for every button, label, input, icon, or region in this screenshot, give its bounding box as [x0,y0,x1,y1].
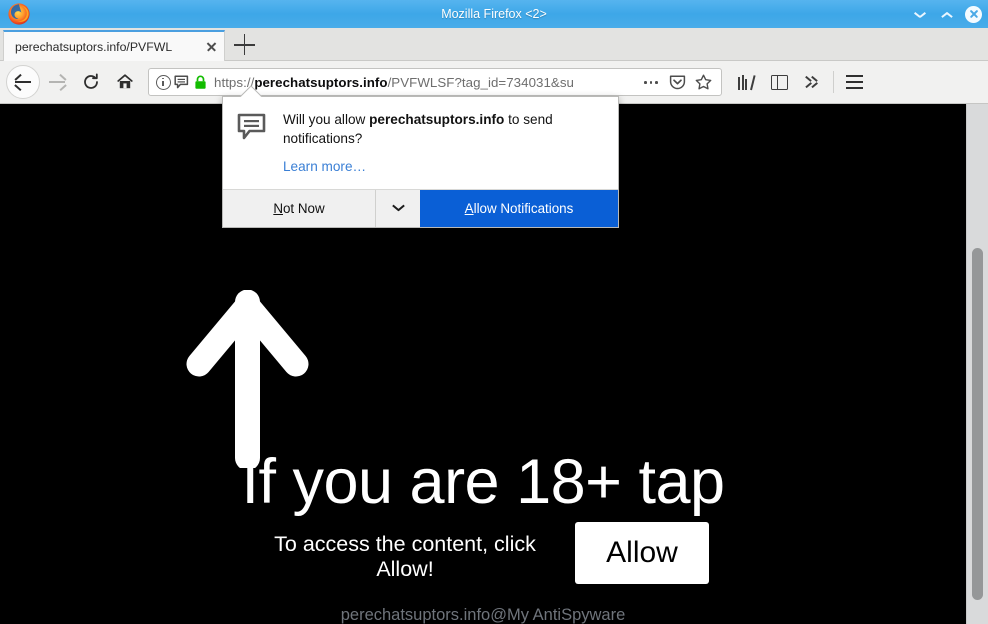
not-now-accesskey: N [273,201,283,216]
not-now-button[interactable]: Not Now [223,190,376,227]
overflow-button[interactable] [796,66,829,99]
star-icon[interactable] [695,74,712,90]
toolbar-separator [833,71,834,93]
identity-box[interactable] [149,74,207,90]
tab-0[interactable]: perechatsuptors.info/PVFWL [3,30,225,61]
window-controls [911,0,982,28]
toolbar-right-buttons [730,66,875,99]
arrow-left-icon [14,73,32,92]
double-chevron-right-icon [804,75,821,89]
hamburger-menu-icon [846,75,863,89]
back-button[interactable] [6,65,40,99]
notification-bubble-icon[interactable] [174,74,191,90]
forward-button [40,65,74,99]
home-icon [116,73,134,91]
popup-tail [240,85,262,97]
new-tab-button[interactable] [234,34,256,56]
window-title-bar: Mozilla Firefox <2> [0,0,988,28]
url-host: perechatsuptors.info [254,74,388,90]
popup-body: Will you allow perechatsuptors.info to s… [223,97,618,176]
ellipsis-icon[interactable] [643,75,660,89]
url-text[interactable]: https://perechatsuptors.info/PVFWLSF?tag… [207,75,643,90]
scrollbar-thumb[interactable] [972,248,983,600]
firefox-logo [4,0,34,28]
notification-bubble-icon [237,113,271,142]
reload-button[interactable] [74,65,108,99]
pocket-icon[interactable] [669,74,686,90]
page-subtext: To access the content, click Allow! [274,532,536,581]
close-icon[interactable] [202,38,220,56]
arrow-up-icon [185,289,310,471]
learn-more-link[interactable]: Learn more… [283,159,366,174]
popup-texts: Will you allow perechatsuptors.info to s… [283,111,604,176]
chevron-down-icon [392,205,405,213]
allow-notifications-button[interactable]: Allow Notifications [420,190,618,227]
window-title: Mozilla Firefox <2> [441,7,547,21]
allow-accesskey: A [464,201,474,216]
chevron-down-icon [914,9,925,20]
tab-title: perechatsuptors.info/PVFWL [15,39,173,54]
padlock-icon[interactable] [194,75,207,90]
page-allow-button[interactable]: Allow [575,522,709,584]
minimize-button[interactable] [911,6,927,22]
close-button[interactable] [965,5,982,23]
url-bar[interactable]: https://perechatsuptors.info/PVFWLSF?tag… [148,68,722,96]
popup-dropdown-button[interactable] [376,190,420,227]
page-headline: If you are 18+ tap [241,447,725,517]
menu-button[interactable] [838,66,871,99]
home-button[interactable] [108,65,142,99]
allow-label-rest: llow Notifications [473,201,574,216]
library-button[interactable] [730,66,763,99]
library-icon [738,74,756,90]
url-bar-actions [643,74,721,90]
arrow-right-icon [49,73,67,92]
popup-question-domain: perechatsuptors.info [369,112,505,127]
notification-permission-popup: Will you allow perechatsuptors.info to s… [222,96,619,228]
info-circle-icon[interactable] [156,74,171,90]
page-cta-row: To access the content, click Allow! Allo… [0,522,966,584]
reload-icon [82,73,100,91]
popup-question-prefix: Will you allow [283,112,370,127]
maximize-button[interactable] [938,6,954,22]
popup-question: Will you allow perechatsuptors.info to s… [283,111,604,148]
chevron-up-icon [941,9,952,20]
vertical-scrollbar[interactable] [966,104,988,624]
sidebar-icon [771,74,788,90]
not-now-label-rest: ot Now [282,201,325,216]
popup-footer: Not Now Allow Notifications [223,189,618,227]
url-path: /PVFWLSF?tag_id=734031&su [387,74,574,90]
tab-strip: perechatsuptors.info/PVFWL [0,28,988,61]
browser-window: Mozilla Firefox <2> perechatsuptors.info… [0,0,988,624]
sidebar-button[interactable] [763,66,796,99]
watermark: perechatsuptors.info@My AntiSpyware [340,606,626,624]
